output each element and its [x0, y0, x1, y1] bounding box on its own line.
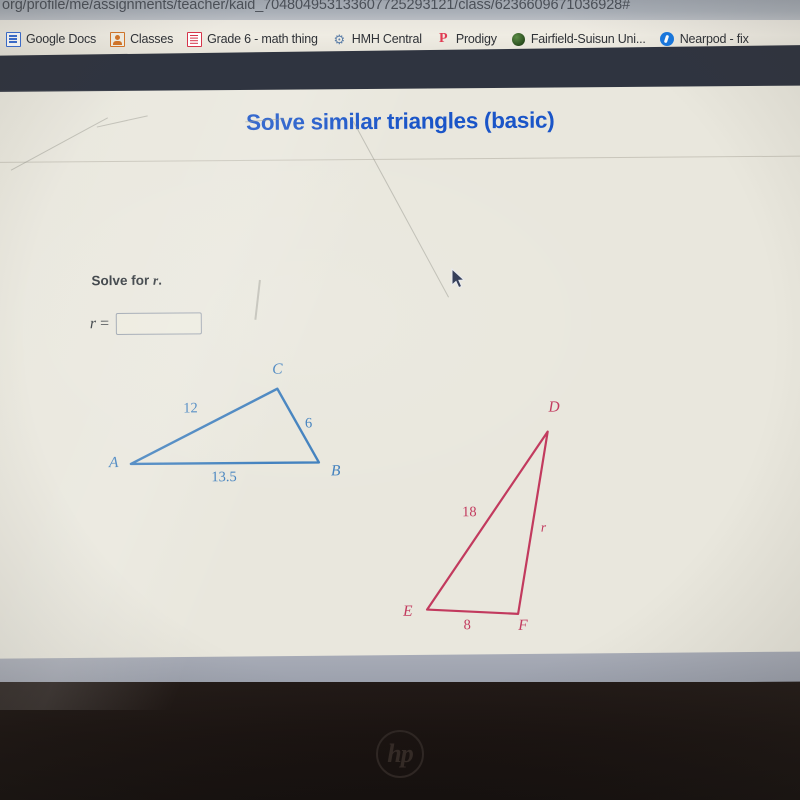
globe-icon — [511, 32, 526, 47]
bookmark-nearpod[interactable]: Nearpod - fix — [660, 32, 749, 47]
side-label-df: r — [541, 520, 547, 535]
screen-scratch — [254, 279, 261, 320]
prompt-suffix: . — [158, 272, 163, 288]
nearpod-icon — [660, 32, 675, 47]
browser-address-bar[interactable]: org/profile/me/assignments/teacher/kaid_… — [0, 0, 800, 20]
prompt-prefix: Solve for — [91, 272, 154, 289]
triangle-abc-shape — [129, 387, 321, 466]
equals-sign: = — [99, 315, 110, 333]
hp-logo: hp — [376, 730, 424, 778]
google-classroom-icon — [110, 31, 126, 47]
side-label-de: 18 — [462, 504, 477, 520]
laptop-screen-photo: org/profile/me/assignments/teacher/kaid_… — [0, 0, 800, 800]
side-label-cb: 6 — [305, 415, 312, 431]
bookmark-classes[interactable]: Classes — [110, 31, 174, 47]
side-label-ef: 8 — [464, 617, 471, 633]
bookmark-label: Nearpod - fix — [679, 32, 749, 46]
page-title: Solve similar triangles (basic) — [245, 107, 555, 135]
side-label-ab: 13.5 — [211, 469, 236, 485]
exercise-page: Solve similar triangles (basic) Solve fo… — [0, 85, 800, 662]
vertex-label-a: A — [108, 454, 119, 471]
problem-prompt: Solve for r. — [91, 273, 162, 290]
bookmark-label: Classes — [130, 32, 174, 46]
answer-equation-label: r = — [90, 315, 109, 333]
google-docs-icon — [6, 31, 21, 47]
similar-triangles-figure: A B C 12 6 13.5 D E F 18 r 8 — [2, 336, 800, 652]
vertex-label-b: B — [331, 462, 341, 479]
header-divider — [0, 155, 800, 163]
bookmark-google-docs[interactable]: Google Docs — [6, 31, 97, 47]
bookmark-hmh-central[interactable]: ⚙ HMH Central — [332, 32, 422, 47]
triangle-def-shape — [425, 430, 549, 615]
google-sheets-icon — [187, 31, 203, 47]
prodigy-icon: P — [439, 31, 448, 46]
address-bar-url: org/profile/me/assignments/teacher/kaid_… — [2, 0, 631, 13]
bookmark-grade-6-math-thing[interactable]: Grade 6 - math thing — [187, 31, 318, 47]
bookmark-label: Grade 6 - math thing — [207, 32, 318, 46]
vertex-label-f: F — [517, 617, 528, 634]
hmh-icon: ⚙ — [333, 31, 346, 47]
bookmark-label: Fairfield-Suisun Uni... — [530, 32, 646, 46]
answer-input[interactable] — [116, 312, 203, 336]
answer-variable: r — [89, 315, 97, 333]
bookmark-label: Prodigy — [455, 32, 497, 46]
side-label-ac: 12 — [183, 400, 198, 416]
vertex-label-c: C — [272, 361, 283, 378]
vertex-label-e: E — [402, 603, 413, 620]
bookmark-label: HMH Central — [351, 32, 422, 46]
answer-row: r = — [90, 312, 203, 336]
screen-scratch — [352, 121, 450, 298]
bookmark-prodigy[interactable]: P Prodigy — [436, 32, 497, 47]
vertex-label-d: D — [547, 399, 559, 416]
bookmark-fairfield-suisun[interactable]: Fairfield-Suisun Uni... — [511, 32, 646, 47]
bookmark-label: Google Docs — [26, 32, 97, 46]
